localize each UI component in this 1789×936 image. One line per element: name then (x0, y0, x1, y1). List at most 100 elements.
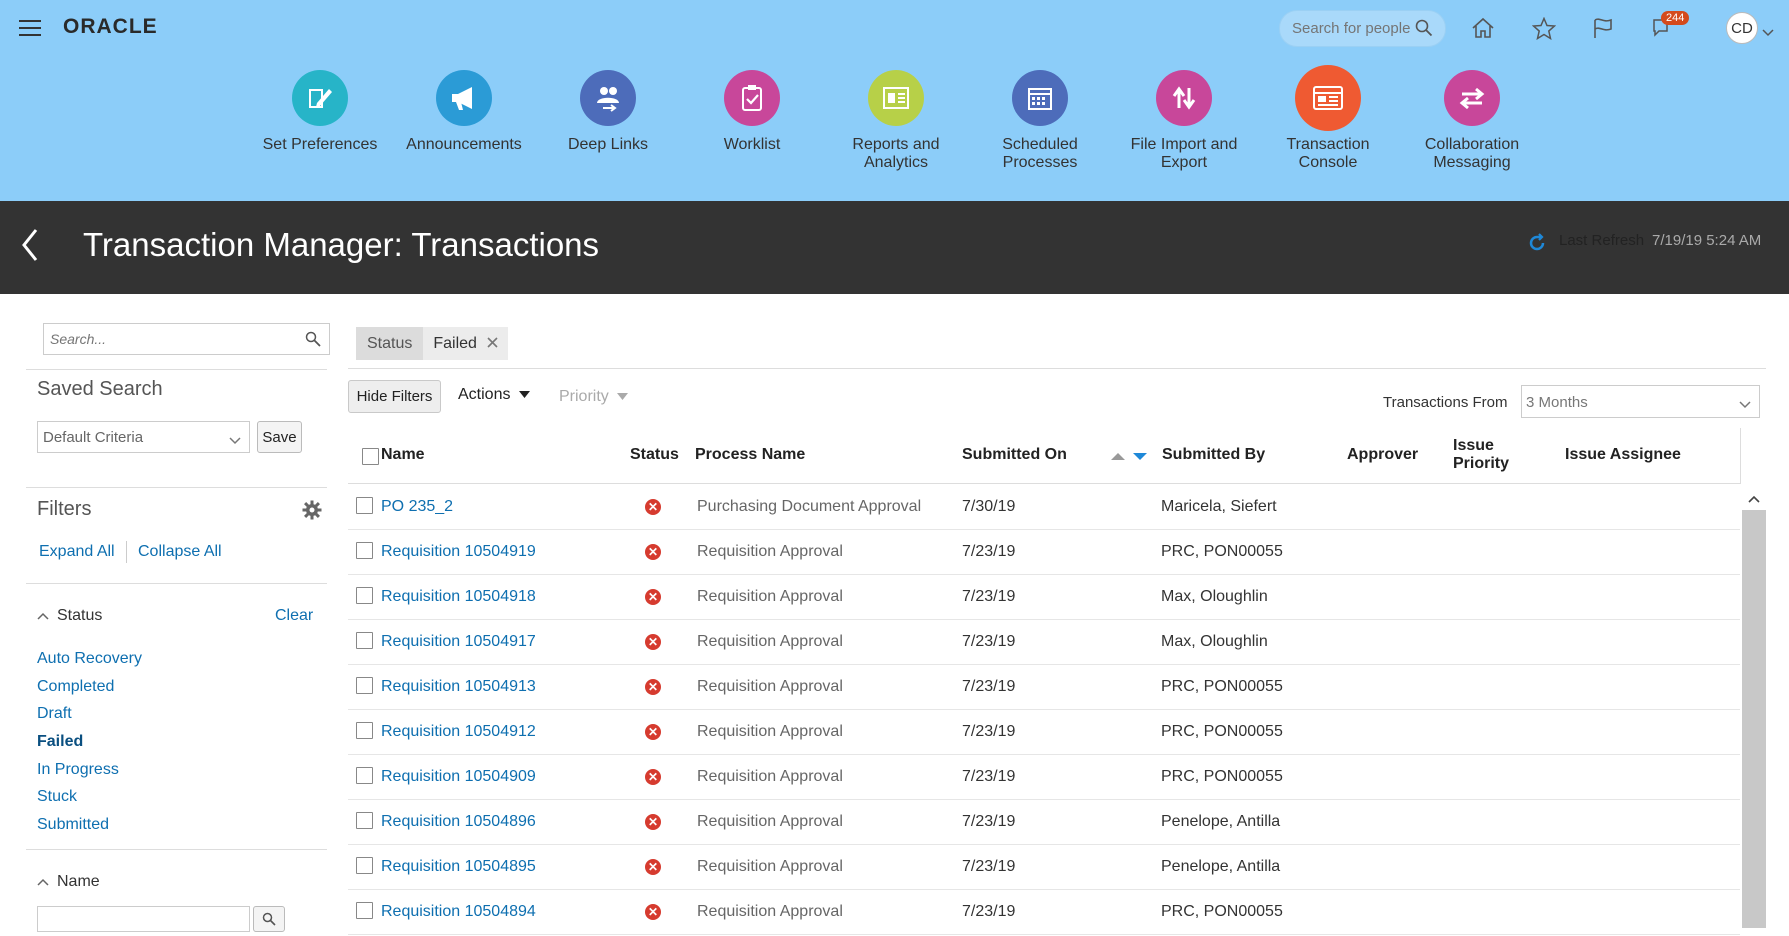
favorites-star-icon[interactable] (1530, 14, 1558, 42)
transaction-name-link[interactable]: Requisition 10504909 (381, 768, 536, 786)
row-checkbox[interactable] (356, 722, 373, 739)
row-checkbox[interactable] (356, 767, 373, 784)
gear-icon[interactable] (302, 500, 322, 525)
status-option-submitted[interactable]: Submitted (37, 811, 142, 839)
status-option-completed[interactable]: Completed (37, 673, 142, 701)
status-option-auto-recovery[interactable]: Auto Recovery (37, 645, 142, 673)
name-filter-input[interactable] (37, 906, 250, 932)
column-status[interactable]: Status (630, 446, 679, 464)
springboard-set-preferences[interactable]: Set Preferences (250, 70, 390, 154)
process-name: Requisition Approval (697, 858, 843, 875)
column-submitted-on[interactable]: Submitted On (962, 446, 1067, 464)
transaction-name-link[interactable]: Requisition 10504913 (381, 678, 536, 696)
status-facet-toggle[interactable]: Status (37, 607, 102, 625)
process-name: Requisition Approval (697, 723, 843, 740)
column-issue-priority[interactable]: Issue Priority (1453, 437, 1509, 473)
refresh-icon[interactable] (1527, 233, 1547, 258)
chevron-up-icon[interactable] (1748, 490, 1760, 508)
transaction-name-link[interactable]: PO 235_2 (381, 498, 453, 516)
name-search-button[interactable] (253, 906, 285, 932)
table-row[interactable]: Requisition 10504919 ✕ Requisition Approva… (348, 530, 1740, 575)
row-checkbox[interactable] (356, 677, 373, 694)
table-row[interactable]: PO 235_2 ✕ Purchasing Document Approval 7/3… (348, 485, 1740, 530)
status-facet-heading: Status (57, 607, 103, 624)
transaction-name-link[interactable]: Requisition 10504917 (381, 633, 536, 651)
table-row[interactable]: Requisition 10504909 ✕ Requisition Approva… (348, 755, 1740, 800)
submitted-by: Maricela, Siefert (1161, 498, 1277, 515)
table-row[interactable]: Requisition 10504917 ✕ Requisition Approva… (348, 620, 1740, 665)
panel-search[interactable] (43, 323, 330, 355)
chip-label: Status (356, 327, 424, 360)
people-search[interactable] (1279, 10, 1446, 47)
table-row[interactable]: Requisition 10504912 ✕ Requisition Approva… (348, 710, 1740, 755)
transactions-from-select[interactable]: 3 Months (1521, 385, 1760, 418)
table-row[interactable]: Requisition 10504894 ✕ Requisition Approva… (348, 890, 1740, 935)
row-checkbox[interactable] (356, 857, 373, 874)
collapse-all-link[interactable]: Collapse All (138, 543, 222, 561)
row-checkbox[interactable] (356, 542, 373, 559)
row-checkbox[interactable] (356, 497, 373, 514)
status-option-failed[interactable]: Failed (37, 728, 142, 756)
watchlist-flag-icon[interactable] (1589, 14, 1617, 42)
save-search-button[interactable]: Save (257, 421, 302, 453)
search-icon[interactable] (1415, 19, 1433, 42)
transaction-name-link[interactable]: Requisition 10504918 (381, 588, 536, 606)
row-checkbox[interactable] (356, 902, 373, 919)
expand-all-link[interactable]: Expand All (39, 543, 115, 561)
panel-search-input[interactable] (50, 331, 290, 347)
transaction-name-link[interactable]: Requisition 10504896 (381, 813, 536, 831)
menu-icon[interactable] (19, 20, 41, 36)
user-avatar[interactable]: CD (1726, 12, 1758, 44)
scrollbar-thumb[interactable] (1742, 510, 1766, 928)
springboard-worklist[interactable]: Worklist (682, 70, 822, 154)
table-row[interactable]: Requisition 10504896 ✕ Requisition Approva… (348, 800, 1740, 845)
springboard-collaboration-messaging[interactable]: Collaboration Messaging (1402, 70, 1542, 172)
people-search-input[interactable] (1292, 20, 1412, 37)
submitted-on: 7/23/19 (962, 723, 1016, 740)
status-option-stuck[interactable]: Stuck (37, 783, 142, 811)
select-all-checkbox[interactable] (362, 448, 379, 465)
chip-value: Failed (433, 334, 477, 352)
column-issue-assignee[interactable]: Issue Assignee (1565, 446, 1681, 464)
status-option-in-progress[interactable]: In Progress (37, 756, 142, 784)
saved-search-select[interactable]: Default Criteria (37, 421, 250, 453)
transaction-name-link[interactable]: Requisition 10504895 (381, 858, 536, 876)
springboard-deep-links[interactable]: Deep Links (538, 70, 678, 154)
springboard-announcements[interactable]: Announcements (394, 70, 534, 154)
springboard-scheduled-processes[interactable]: Scheduled Processes (970, 70, 1110, 172)
row-checkbox[interactable] (356, 587, 373, 604)
process-name: Purchasing Document Approval (697, 498, 922, 515)
column-name[interactable]: Name (381, 446, 425, 464)
clear-status-link[interactable]: Clear (275, 607, 313, 625)
status-option-draft[interactable]: Draft (37, 700, 142, 728)
process-name: Requisition Approval (697, 903, 843, 920)
transaction-name-link[interactable]: Requisition 10504894 (381, 903, 536, 921)
sort-ascending-icon[interactable] (1111, 448, 1125, 466)
column-submitted-by[interactable]: Submitted By (1162, 446, 1265, 464)
actions-menu[interactable]: Actions (458, 386, 530, 404)
transaction-name-link[interactable]: Requisition 10504919 (381, 543, 536, 561)
chevron-down-icon[interactable] (1762, 24, 1774, 42)
failed-status-icon: ✕ (645, 769, 661, 785)
column-approver[interactable]: Approver (1347, 446, 1418, 464)
search-icon[interactable] (305, 331, 321, 352)
table-row[interactable]: Requisition 10504913 ✕ Requisition Approva… (348, 665, 1740, 710)
row-checkbox[interactable] (356, 632, 373, 649)
springboard-reports-analytics[interactable]: Reports and Analytics (826, 70, 966, 172)
row-checkbox[interactable] (356, 812, 373, 829)
home-icon[interactable] (1469, 14, 1497, 42)
back-arrow-icon[interactable] (20, 227, 40, 268)
table-row[interactable]: Requisition 10504895 ✕ Requisition Approva… (348, 845, 1740, 890)
hide-filters-button[interactable]: Hide Filters (348, 380, 441, 413)
priority-menu[interactable]: Priority (559, 388, 629, 406)
close-icon[interactable] (487, 335, 498, 353)
name-facet-toggle[interactable]: Name (37, 873, 100, 891)
springboard-file-import-export[interactable]: File Import and Export (1114, 70, 1254, 172)
transaction-name-link[interactable]: Requisition 10504912 (381, 723, 536, 741)
status-filter-chip: Status Failed (356, 327, 508, 360)
submitted-by: PRC, PON00055 (1161, 678, 1283, 695)
column-process-name[interactable]: Process Name (695, 446, 805, 464)
springboard-transaction-console[interactable]: Transaction Console (1258, 65, 1398, 172)
sort-descending-icon[interactable] (1133, 448, 1147, 466)
table-row[interactable]: Requisition 10504918 ✕ Requisition Approva… (348, 575, 1740, 620)
